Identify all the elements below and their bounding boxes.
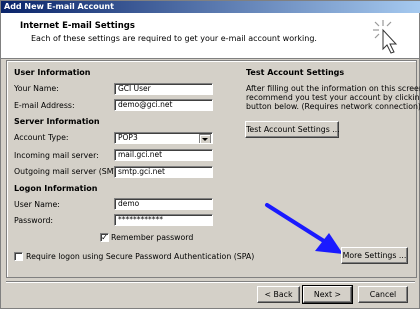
- incoming-server-field[interactable]: mail.gci.net: [114, 149, 213, 161]
- spa-label: Require logon using Secure Password Auth…: [26, 252, 255, 261]
- server-info-heading: Server Information: [14, 117, 100, 126]
- cursor-click-icon: [373, 20, 398, 54]
- your-name-label: Your Name:: [14, 84, 59, 93]
- password-label: Password:: [14, 216, 54, 225]
- test-settings-line-2: recommend you test your account by click…: [246, 93, 420, 102]
- logon-info-heading: Logon Information: [14, 184, 98, 193]
- outgoing-server-label: Outgoing mail server (SMTP):: [14, 167, 129, 176]
- spa-checkbox[interactable]: [14, 252, 23, 261]
- test-settings-line-3: button below. (Requires network connecti…: [246, 102, 420, 111]
- test-settings-heading: Test Account Settings: [246, 68, 345, 77]
- add-email-account-window: Add New E-mail Account Internet E-mail S…: [0, 0, 420, 309]
- title-bar: Add New E-mail Account: [1, 1, 420, 13]
- cancel-button[interactable]: Cancel: [358, 286, 408, 303]
- footer-divider: [6, 281, 415, 283]
- account-type-select[interactable]: POP3: [114, 132, 213, 144]
- more-settings-button[interactable]: More Settings ...: [341, 247, 408, 264]
- header-title: Internet E-mail Settings: [20, 21, 135, 31]
- outgoing-server-field[interactable]: smtp.gci.net: [114, 166, 213, 178]
- header-panel: Internet E-mail Settings Each of these s…: [1, 13, 419, 59]
- back-button[interactable]: < Back: [257, 286, 300, 303]
- header-subtitle: Each of these settings are required to g…: [31, 34, 317, 43]
- account-type-label: Account Type:: [14, 133, 69, 142]
- your-name-field[interactable]: GCI User: [114, 83, 213, 95]
- test-account-settings-button[interactable]: Test Account Settings ...: [245, 121, 340, 138]
- window-title: Add New E-mail Account: [4, 2, 114, 11]
- email-address-field[interactable]: demo@gci.net: [114, 99, 213, 111]
- incoming-server-label: Incoming mail server:: [14, 151, 99, 160]
- username-label: User Name:: [14, 200, 60, 209]
- test-settings-line-1: After filling out the information on thi…: [246, 84, 420, 93]
- remember-password-label: Remember password: [111, 233, 194, 242]
- chevron-down-icon[interactable]: [199, 134, 211, 143]
- email-address-label: E-mail Address:: [14, 101, 75, 110]
- account-type-value: POP3: [118, 133, 138, 142]
- user-info-heading: User Information: [14, 68, 91, 77]
- arrow-annotation-icon: [265, 203, 343, 254]
- username-field[interactable]: demo: [114, 198, 213, 210]
- remember-password-checkbox[interactable]: ✓: [100, 233, 109, 242]
- password-field[interactable]: ************: [114, 214, 213, 226]
- next-button[interactable]: Next >: [302, 285, 353, 304]
